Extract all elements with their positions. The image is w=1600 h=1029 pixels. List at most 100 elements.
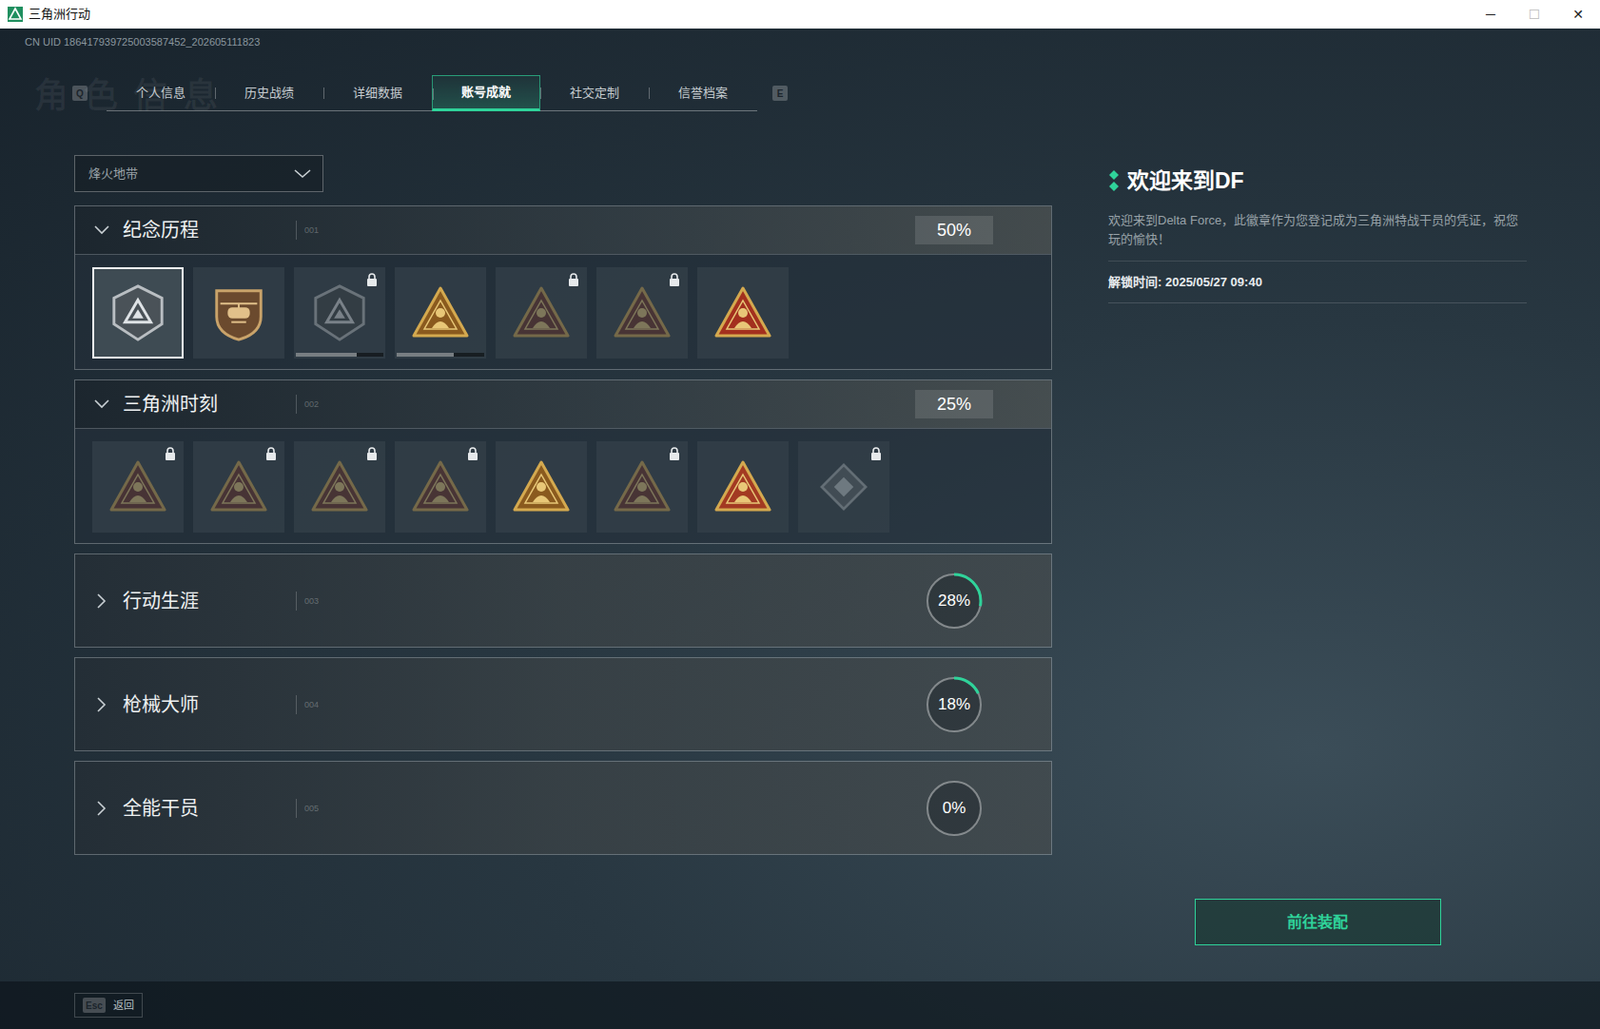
achievement-list: 烽火地带纪念历程00150%三角洲时刻00225%行动生涯00328%枪械大师0… [74, 155, 1053, 946]
lock-icon [567, 273, 580, 287]
tab-group: 个人信息历史战绩详细数据账号成就社交定制信誉档案 [106, 75, 758, 112]
achievement-badge[interactable] [193, 441, 285, 533]
triangle-emblem-icon [207, 458, 271, 516]
progress-box: 50% [915, 215, 994, 245]
achievement-badge[interactable] [596, 441, 688, 533]
triangle-emblem-icon [409, 284, 472, 342]
section-code: 004 [295, 695, 319, 715]
achievement-section: 枪械大师004 18% [74, 657, 1053, 752]
section-code: 005 [295, 799, 319, 819]
progress-box: 25% [915, 390, 994, 419]
tab[interactable]: 个人信息 [106, 75, 215, 112]
app-logo-icon [7, 6, 23, 22]
section-code: 001 [295, 220, 319, 240]
triangle-emblem-icon [308, 458, 371, 516]
prev-tab-key[interactable]: Q [72, 85, 88, 101]
chevron-down-icon [94, 399, 110, 410]
tab[interactable]: 账号成就 [431, 75, 541, 112]
section-header[interactable]: 纪念历程001 50% [75, 206, 1052, 254]
achievement-badge[interactable] [293, 441, 386, 533]
detail-description: 欢迎来到Delta Force，此徽章作为您登记成为三角洲特战干员的凭证，祝您玩… [1108, 211, 1527, 262]
achievement-badge[interactable] [697, 441, 789, 533]
badge-detail-panel: 欢迎来到DF 欢迎来到Delta Force，此徽章作为您登记成为三角洲特战干员的… [1108, 155, 1527, 946]
progress-ring: 28% [924, 571, 984, 631]
next-tab-key[interactable]: E [772, 85, 788, 101]
detail-header: 欢迎来到DF [1108, 164, 1527, 198]
achievement-badge[interactable] [92, 441, 184, 533]
content-area: 烽火地带纪念历程00150%三角洲时刻00225%行动生涯00328%枪械大师0… [0, 155, 1600, 982]
badge-row [75, 253, 1052, 370]
watermark: 角色信息 [34, 70, 234, 122]
section-title: 纪念历程 [122, 215, 296, 245]
triangle-emblem-icon [509, 458, 573, 516]
tab-bar: Q 个人信息历史战绩详细数据账号成就社交定制信誉档案 E [0, 76, 1600, 111]
triangle-emblem-icon [610, 458, 674, 516]
section-header[interactable]: 三角洲时刻00225% [75, 380, 1052, 429]
diamond-emblem-icon [816, 459, 872, 515]
section-header[interactable]: 行动生涯003 28% [75, 554, 1052, 647]
lock-icon [366, 273, 378, 287]
lock-icon [668, 273, 681, 287]
achievement-section: 纪念历程001 50% [74, 205, 1053, 371]
lock-icon [870, 447, 882, 461]
achievement-badge[interactable] [798, 441, 890, 533]
section-title: 枪械大师 [122, 690, 296, 720]
progress-text: 0% [924, 779, 984, 839]
achievement-badge[interactable] [495, 267, 587, 359]
badge-row [75, 428, 1052, 544]
triangle-emblem-icon [711, 284, 775, 342]
section-header[interactable]: 全能干员005 0% [75, 761, 1052, 855]
triangle-emblem-icon [610, 284, 674, 342]
badge-progress-fill [396, 352, 454, 357]
achievement-section: 全能干员005 0% [74, 760, 1053, 856]
section-header[interactable]: 枪械大师004 18% [75, 658, 1052, 751]
tab[interactable]: 信誉档案 [648, 75, 758, 112]
progress-text: 28% [924, 571, 984, 631]
chevron-right-icon [94, 593, 110, 609]
progress-text: 18% [924, 675, 984, 735]
chevron-right-icon [94, 800, 110, 817]
back-label: 返回 [113, 997, 135, 1015]
lock-icon [265, 447, 277, 461]
window-control[interactable]: ✕ [1556, 0, 1600, 29]
achievement-badge[interactable] [92, 267, 184, 359]
chevron-down-icon [94, 225, 110, 235]
progress-ring: 0% [924, 779, 984, 839]
lock-icon [668, 447, 681, 461]
window-title: 三角洲行动 [28, 4, 91, 24]
esc-key: Esc [82, 997, 106, 1014]
window-control: ☐ [1512, 0, 1557, 29]
chevron-down-icon [293, 169, 312, 179]
achievement-badge[interactable] [596, 267, 688, 359]
achievement-badge[interactable] [293, 267, 386, 359]
tab[interactable]: 社交定制 [540, 75, 649, 112]
badge-progress-track [295, 352, 384, 357]
section-title: 全能干员 [122, 794, 296, 823]
achievement-badge[interactable] [697, 267, 789, 359]
badge-progress-fill [295, 352, 357, 357]
shield-emblem-icon [209, 283, 269, 343]
section-title: 行动生涯 [122, 586, 296, 616]
achievement-badge[interactable] [193, 267, 285, 359]
tab[interactable]: 详细数据 [323, 75, 432, 112]
tab[interactable]: 历史战绩 [214, 75, 324, 112]
triangle-emblem-icon [711, 458, 775, 516]
window-control[interactable]: ─ [1468, 0, 1513, 29]
lock-icon [366, 447, 378, 461]
achievement-section: 三角洲时刻00225% [74, 379, 1053, 545]
hex-emblem-icon [108, 283, 168, 343]
achievement-badge[interactable] [394, 441, 487, 533]
section-code: 003 [295, 591, 319, 611]
green-diamond-icon [1108, 169, 1120, 193]
progress-ring: 18% [924, 675, 984, 735]
back-button[interactable]: Esc 返回 [74, 993, 143, 1019]
achievement-badge[interactable] [394, 267, 487, 359]
achievement-badge[interactable] [495, 441, 587, 533]
title-bar: 三角洲行动 ─☐✕ [0, 0, 1600, 29]
app-window: 角色信息CN UID 186417939725003587452_2026051… [0, 28, 1600, 1029]
mode-dropdown[interactable]: 烽火地带 [74, 155, 324, 193]
hex-emblem-icon [310, 283, 370, 343]
triangle-emblem-icon [409, 458, 472, 516]
equip-button[interactable]: 前往装配 [1194, 898, 1442, 946]
triangle-emblem-icon [106, 458, 170, 516]
